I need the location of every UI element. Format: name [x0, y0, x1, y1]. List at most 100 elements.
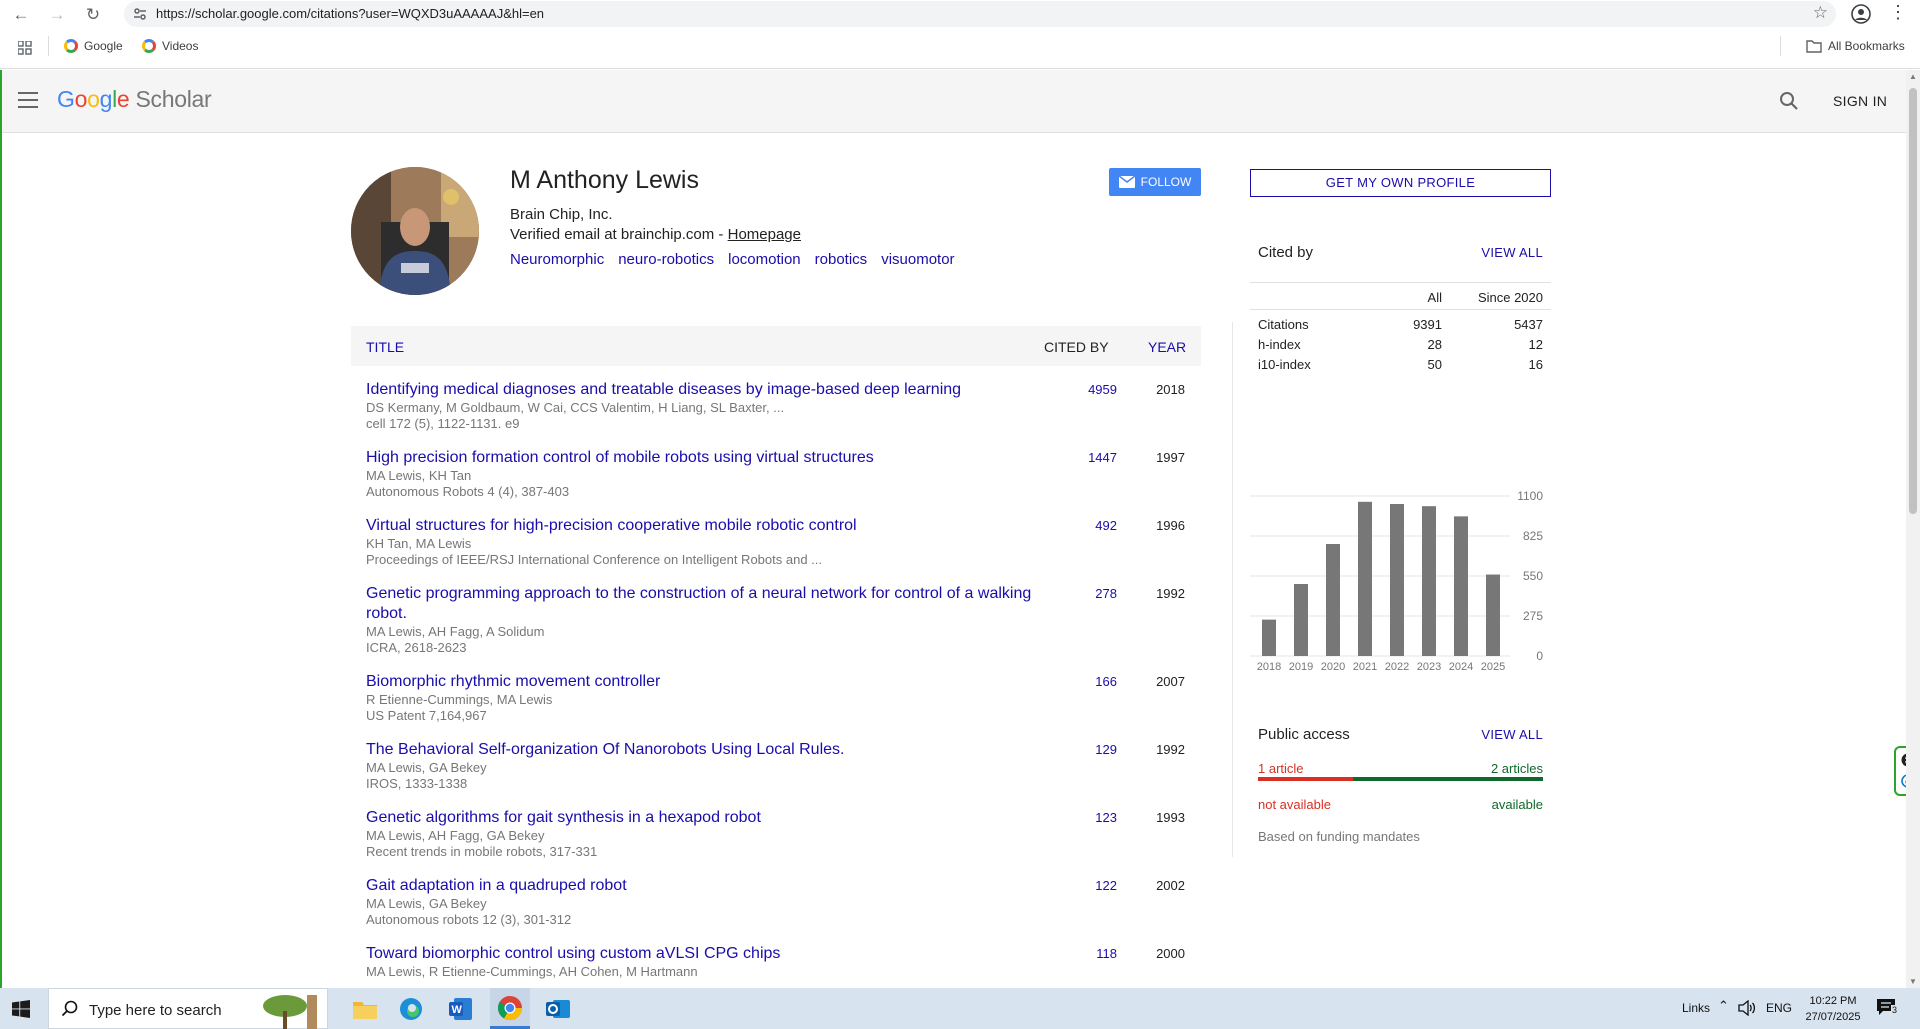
- chart-bar-2022[interactable]: [1390, 504, 1404, 656]
- language-indicator[interactable]: ENG: [1766, 1001, 1792, 1015]
- chart-y-tick-label: 825: [1523, 529, 1543, 543]
- chart-bar-2023[interactable]: [1422, 506, 1436, 656]
- sort-by-year[interactable]: YEAR: [1148, 339, 1186, 355]
- chart-bar-2025[interactable]: [1486, 574, 1500, 656]
- publication-venue: IROS, 1333-1338: [366, 776, 468, 791]
- scroll-down-icon[interactable]: ▼: [1909, 977, 1917, 986]
- chart-bar-2021[interactable]: [1358, 501, 1372, 656]
- file-explorer-icon[interactable]: [350, 994, 380, 1024]
- publication-year: 2007: [1156, 674, 1185, 689]
- site-info-icon[interactable]: [132, 6, 148, 22]
- cited-by-count-link[interactable]: 278: [1051, 586, 1117, 601]
- cited-by-count-link[interactable]: 166: [1051, 674, 1117, 689]
- cited-by-count-link[interactable]: 129: [1051, 742, 1117, 757]
- page-scrollbar[interactable]: ▲ ▼: [1906, 70, 1920, 988]
- chart-bar-2024[interactable]: [1454, 516, 1468, 656]
- publication-title-link[interactable]: Virtual structures for high-precision co…: [366, 516, 1046, 536]
- profile-icon[interactable]: [1850, 3, 1872, 25]
- cited-by-count-link[interactable]: 4959: [1051, 382, 1117, 397]
- cited-by-count-link[interactable]: 492: [1051, 518, 1117, 533]
- publication-title-link[interactable]: Identifying medical diagnoses and treata…: [366, 380, 1046, 400]
- table-row: Genetic programming approach to the cons…: [351, 584, 1201, 672]
- available-count[interactable]: 2 articles: [1491, 761, 1543, 776]
- follow-button[interactable]: FOLLOW: [1109, 168, 1201, 196]
- notification-count: 3: [1891, 1005, 1899, 1015]
- volume-icon[interactable]: [1738, 1000, 1756, 1016]
- publication-year: 2002: [1156, 878, 1185, 893]
- interest-locomotion[interactable]: locomotion: [728, 251, 801, 268]
- table-row: Identifying medical diagnoses and treata…: [351, 380, 1201, 448]
- cited-by-view-all[interactable]: VIEW ALL: [1481, 245, 1543, 260]
- publication-venue: cell 172 (5), 1122-1131. e9: [366, 416, 520, 431]
- get-my-own-profile-button[interactable]: GET MY OWN PROFILE: [1250, 169, 1551, 197]
- notification-center-icon[interactable]: 3: [1876, 998, 1899, 1016]
- svg-text:W: W: [452, 1004, 463, 1016]
- clock[interactable]: 10:22 PM 27/07/2025: [1803, 993, 1863, 1025]
- outlook-icon[interactable]: [543, 994, 573, 1024]
- interest-robotics[interactable]: robotics: [815, 251, 868, 268]
- sort-by-title[interactable]: TITLE: [366, 339, 404, 355]
- apps-grid-icon[interactable]: [18, 41, 32, 55]
- chart-bar-2018[interactable]: [1262, 619, 1276, 656]
- bookmark-star-icon[interactable]: ☆: [1813, 3, 1828, 23]
- clock-time: 10:22 PM: [1809, 995, 1857, 1007]
- chart-x-tick-label: 2019: [1289, 661, 1313, 672]
- browser-menu-icon[interactable]: ⋮: [1889, 2, 1907, 23]
- chart-bar-2019[interactable]: [1294, 584, 1308, 656]
- address-bar[interactable]: https://scholar.google.com/citations?use…: [124, 1, 1836, 27]
- stats-header-row: All Since 2020: [1250, 283, 1551, 309]
- scroll-up-icon[interactable]: ▲: [1909, 72, 1917, 81]
- publication-title-link[interactable]: Gait adaptation in a quadruped robot: [366, 876, 1046, 896]
- not-available-count[interactable]: 1 article: [1258, 761, 1304, 776]
- hamburger-menu-icon[interactable]: [18, 92, 38, 108]
- taskbar-search-placeholder: Type here to search: [89, 1002, 222, 1019]
- publication-authors: DS Kermany, M Goldbaum, W Cai, CCS Valen…: [366, 400, 785, 415]
- all-bookmarks[interactable]: All Bookmarks: [1806, 39, 1905, 53]
- extension-side-widget[interactable]: e: [1894, 746, 1906, 796]
- tray-overflow-chevron-icon[interactable]: ⌃: [1718, 998, 1729, 1014]
- back-icon[interactable]: ←: [10, 4, 32, 26]
- bookmarks-bar: Google Videos All Bookmarks: [0, 28, 1920, 69]
- homepage-link[interactable]: Homepage: [728, 226, 801, 243]
- publication-title-link[interactable]: Biomorphic rhythmic movement controller: [366, 672, 1046, 692]
- interest-neuromorphic[interactable]: Neuromorphic: [510, 251, 604, 268]
- cited-by-count-link[interactable]: 118: [1051, 946, 1117, 961]
- reload-icon[interactable]: ↻: [82, 4, 104, 26]
- publication-year: 1997: [1156, 450, 1185, 465]
- search-icon[interactable]: [1778, 90, 1800, 112]
- publication-title-link[interactable]: The Behavioral Self-organization Of Nano…: [366, 740, 1046, 760]
- chart-bar-2020[interactable]: [1326, 544, 1340, 656]
- sign-in-link[interactable]: SIGN IN: [1833, 93, 1887, 109]
- cited-by-count-link[interactable]: 123: [1051, 810, 1117, 825]
- forward-icon[interactable]: →: [46, 4, 68, 26]
- publication-title-link[interactable]: Genetic algorithms for gait synthesis in…: [366, 808, 1046, 828]
- publication-authors: KH Tan, MA Lewis: [366, 536, 472, 551]
- cited-by-count-link[interactable]: 122: [1051, 878, 1117, 893]
- google-favicon-icon: [142, 39, 156, 53]
- publication-title-link[interactable]: High precision formation control of mobi…: [366, 448, 1046, 468]
- bookmark-videos[interactable]: Videos: [142, 39, 198, 53]
- column-divider: [1232, 322, 1233, 857]
- scrollbar-thumb[interactable]: [1909, 88, 1917, 514]
- mail-icon: [1118, 176, 1135, 188]
- windows-start-icon[interactable]: [12, 1000, 30, 1018]
- publication-title-link[interactable]: Genetic programming approach to the cons…: [366, 584, 1046, 624]
- taskbar-search-box[interactable]: Type here to search: [48, 988, 328, 1029]
- edge-browser-icon[interactable]: [396, 994, 426, 1024]
- publication-year: 2018: [1156, 382, 1185, 397]
- research-interests: Neuromorphic neuro-robotics locomotion robo…: [510, 251, 969, 268]
- interest-neuro-robotics[interactable]: neuro-robotics: [618, 251, 714, 268]
- public-access-view-all[interactable]: VIEW ALL: [1481, 727, 1543, 742]
- publication-authors: R Etienne-Cummings, MA Lewis: [366, 692, 553, 707]
- chrome-taskbar-slot[interactable]: [490, 988, 530, 1029]
- interest-visuomotor[interactable]: visuomotor: [881, 251, 954, 268]
- not-available-label: not available: [1258, 797, 1331, 812]
- publication-venue: Autonomous Robots 4 (4), 387-403: [366, 484, 570, 499]
- chart-x-tick-label: 2023: [1417, 661, 1441, 672]
- word-icon[interactable]: W: [446, 994, 476, 1024]
- tray-links-toolbar[interactable]: Links: [1682, 1001, 1710, 1015]
- google-scholar-logo[interactable]: Google Scholar: [57, 86, 212, 113]
- bookmark-google[interactable]: Google: [64, 39, 123, 53]
- cited-by-count-link[interactable]: 1447: [1051, 450, 1117, 465]
- publication-title-link[interactable]: Toward biomorphic control using custom a…: [366, 944, 1046, 964]
